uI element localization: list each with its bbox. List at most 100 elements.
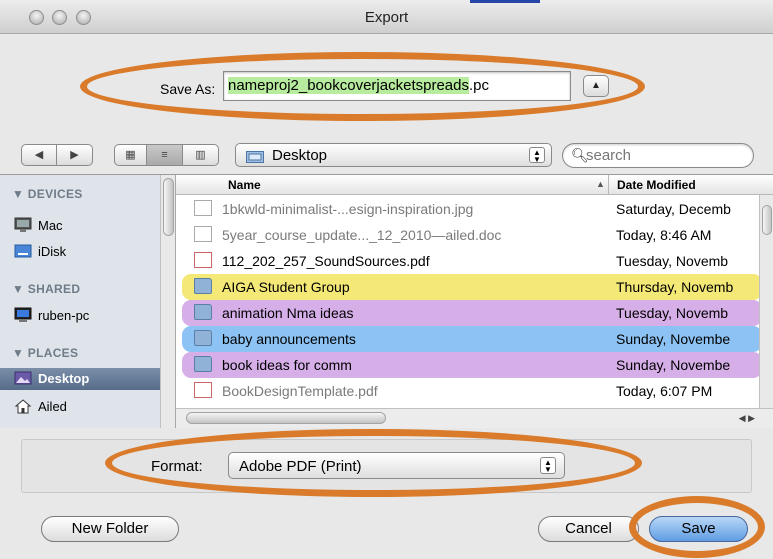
back-button[interactable]: ◀ — [21, 144, 57, 166]
vertical-scroll-thumb[interactable] — [762, 205, 772, 235]
export-dialog: Export Save As: nameproj2_bookcoverjacke… — [0, 0, 773, 559]
save-as-label: Save As: — [160, 81, 216, 97]
computer-icon — [14, 217, 32, 232]
sidebar-item-desktop[interactable]: Desktop — [0, 368, 160, 390]
file-date: Sunday, Novembe — [616, 331, 731, 347]
list-item[interactable]: BookDesignTemplate.pdf Today, 6:07 PM — [182, 378, 762, 404]
network-computer-icon — [14, 307, 32, 322]
folder-icon — [194, 304, 212, 320]
list-item[interactable]: 5year_course_update..._12_2010—ailed.doc… — [182, 222, 762, 248]
home-icon — [14, 399, 32, 414]
sidebar-heading-devices[interactable]: ▼ DEVICES — [12, 187, 83, 201]
format-popup[interactable]: Adobe PDF (Print) ▲ ▼ — [228, 452, 565, 479]
sidebar-item-ailed[interactable]: Ailed — [0, 396, 160, 418]
file-name: book ideas for comm — [222, 357, 352, 373]
desktop-icon — [14, 371, 32, 385]
list-view-button[interactable]: ≡ — [147, 144, 183, 166]
column-header: Name ▲ Date Modified — [176, 175, 773, 195]
save-as-value-suffix: .pc — [468, 77, 489, 94]
doc-file-icon — [194, 226, 212, 242]
pdf-file-icon — [194, 382, 212, 398]
column-date-header[interactable]: Date Modified — [608, 175, 696, 195]
file-date: Today, 8:46 AM — [616, 227, 712, 243]
save-as-selected-text: nameproj2_bookcoverjacketspreads — [228, 77, 469, 94]
forward-button[interactable]: ▶ — [57, 144, 93, 166]
sidebar: ▼ DEVICES Mac iDisk ▼ SHARED ruben-pc ▼ … — [0, 175, 176, 428]
sidebar-scroll-thumb[interactable] — [163, 178, 174, 236]
folder-icon — [194, 278, 212, 294]
search-placeholder: search — [586, 147, 632, 164]
back-arrow-icon: ◀ — [34, 149, 44, 161]
list-item[interactable]: book ideas for comm Sunday, Novembe — [182, 352, 762, 378]
triangle-up-icon: ▲ — [591, 80, 601, 91]
list-item[interactable]: 112_202_257_SoundSources.pdf Tuesday, No… — [182, 248, 762, 274]
file-name: 1bkwld-minimalist-...esign-inspiration.j… — [222, 201, 474, 217]
location-popup[interactable]: Desktop ▲ ▼ — [235, 143, 552, 167]
sidebar-heading-shared[interactable]: ▼ SHARED — [12, 282, 80, 296]
save-as-area: Save As: nameproj2_bookcoverjacketspread… — [0, 34, 773, 134]
file-name: 5year_course_update..._12_2010—ailed.doc — [222, 227, 502, 243]
scroll-arrows-icon[interactable]: ◀ ▶ — [739, 413, 755, 424]
sidebar-item-label: ruben-pc — [38, 308, 90, 323]
file-name: 112_202_257_SoundSources.pdf — [222, 253, 430, 269]
forward-arrow-icon: ▶ — [70, 149, 79, 161]
pdf-file-icon — [194, 252, 212, 268]
popup-arrows-icon: ▲ ▼ — [529, 147, 545, 164]
list-item[interactable]: baby announcements Sunday, Novembe — [182, 326, 762, 352]
idisk-icon — [14, 244, 32, 258]
cancel-button[interactable]: Cancel — [538, 516, 639, 542]
file-browser: ▼ DEVICES Mac iDisk ▼ SHARED ruben-pc ▼ … — [0, 174, 773, 428]
file-list-horizontal-scrollbar[interactable]: ◀ ▶ — [176, 408, 773, 428]
save-button[interactable]: Save — [649, 516, 748, 542]
sidebar-item-mac[interactable]: Mac — [0, 215, 160, 237]
list-view-icon: ≡ — [161, 149, 168, 161]
collapse-browser-button[interactable]: ▲ — [583, 75, 609, 97]
horizontal-scroll-thumb[interactable] — [186, 412, 386, 424]
location-label: Desktop — [272, 147, 328, 164]
file-list: Name ▲ Date Modified 1bkwld-minimalist-.… — [176, 175, 773, 428]
list-item[interactable]: 1bkwld-minimalist-...esign-inspiration.j… — [182, 196, 762, 222]
toolbar: ◀ ▶ ▦ ≡ ▥ Desktop ▲ ▼ 🔍︎ search — [0, 134, 773, 174]
file-list-vertical-scrollbar[interactable] — [759, 195, 773, 408]
new-folder-button[interactable]: New Folder — [41, 516, 179, 542]
folder-icon — [246, 151, 264, 163]
format-value: Adobe PDF (Print) — [239, 458, 362, 475]
column-view-button[interactable]: ▥ — [183, 144, 219, 166]
file-name: AIGA Student Group — [222, 279, 350, 295]
file-date: Today, 6:07 PM — [616, 383, 713, 399]
title-accent-bar — [470, 0, 540, 3]
sidebar-item-ruben-pc[interactable]: ruben-pc — [0, 305, 160, 327]
list-item[interactable]: AIGA Student Group Thursday, Novemb — [182, 274, 762, 300]
sidebar-item-label: Ailed — [38, 399, 67, 414]
image-file-icon — [194, 200, 212, 216]
folder-icon — [194, 356, 212, 372]
sidebar-scrollbar[interactable] — [160, 175, 175, 428]
sidebar-heading-places[interactable]: ▼ PLACES — [12, 346, 78, 360]
sidebar-item-label: Desktop — [38, 371, 90, 386]
title-bar[interactable]: Export — [0, 0, 773, 34]
column-view-icon: ▥ — [195, 149, 206, 161]
save-as-input[interactable]: nameproj2_bookcoverjacketspreads.pc — [223, 71, 571, 101]
file-date: Tuesday, Novemb — [616, 305, 729, 321]
column-name-header[interactable]: Name — [228, 178, 261, 192]
format-area: Format: Adobe PDF (Print) ▲ ▼ — [0, 429, 773, 506]
search-field[interactable]: 🔍︎ search — [562, 143, 754, 168]
file-name: baby announcements — [222, 331, 356, 347]
sidebar-item-label: Mac — [38, 218, 63, 233]
file-date: Saturday, Decemb — [616, 201, 731, 217]
format-label: Format: — [151, 458, 203, 475]
list-item[interactable]: animation Nma ideas Tuesday, Novemb — [182, 300, 762, 326]
file-date: Thursday, Novemb — [616, 279, 734, 295]
icon-view-button[interactable]: ▦ — [114, 144, 147, 166]
file-name: BookDesignTemplate.pdf — [222, 383, 378, 399]
sort-ascending-icon: ▲ — [596, 179, 605, 189]
file-date: Tuesday, Novemb — [616, 253, 729, 269]
window-title: Export — [364, 9, 409, 26]
folder-icon — [194, 330, 212, 346]
popup-arrows-icon: ▲ ▼ — [540, 457, 556, 474]
sidebar-item-idisk[interactable]: iDisk — [0, 241, 160, 263]
sidebar-item-label: iDisk — [38, 244, 67, 259]
button-bar: New Folder Cancel Save — [0, 496, 773, 559]
file-date: Sunday, Novembe — [616, 357, 731, 373]
icon-view-icon: ▦ — [125, 149, 136, 161]
